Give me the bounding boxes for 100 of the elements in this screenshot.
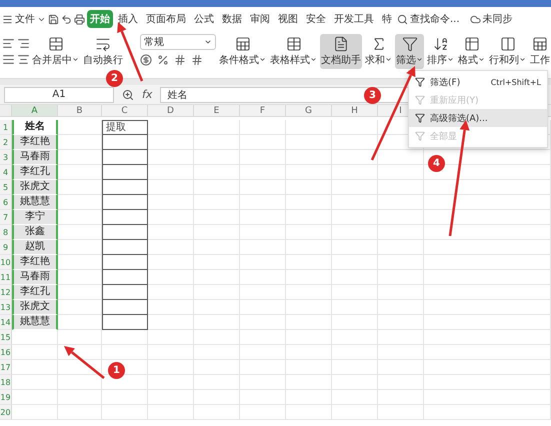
table-cell [148,165,194,180]
table-cell [286,150,332,165]
table-cell [58,405,102,420]
table-cell [102,180,148,195]
menu-tab[interactable]: 页面布局 [143,10,189,28]
table-cell [286,195,332,210]
table-cell [378,405,424,420]
table-cell [194,180,240,195]
table-cell [58,360,102,375]
table-cell [148,195,194,210]
column-header[interactable]: H [332,105,378,117]
name-box[interactable]: A1 [4,86,114,102]
cloud-icon[interactable] [470,14,481,24]
ribbon-button[interactable]: 表格样式 [269,34,318,69]
sync-status[interactable]: 未同步 [482,12,513,26]
table-cell [286,360,332,375]
table-cell [332,345,378,360]
printer-icon[interactable] [74,14,85,24]
step-number-badge: 2 [106,70,123,87]
ribbon-button[interactable]: 工作 [529,34,551,69]
menu-icon[interactable] [2,14,13,24]
step-number-badge: 4 [428,155,445,172]
table-cell [12,375,58,390]
row-number: 16 [0,345,12,360]
table-cell: 赵凯 [12,240,58,255]
zoom-icon[interactable] [122,88,134,100]
ribbon-button[interactable]: 合并居中 [31,34,80,69]
ribbon-button[interactable]: 筛选 [395,34,424,69]
table-cell [240,375,286,390]
table-cell [240,135,286,150]
table-cell [240,195,286,210]
table-cell [102,165,148,180]
menu-tab[interactable]: 公式 [191,10,217,28]
table-cell [286,285,332,300]
column-header[interactable]: D [148,105,194,117]
table-cell [58,300,102,315]
table-cell [378,225,424,240]
ribbon-button[interactable]: 排序 [426,34,455,69]
indent-icon[interactable] [17,37,30,50]
file-menu[interactable]: 文件 [15,12,35,26]
menu-item[interactable]: 高级筛选(A)... [409,109,547,127]
table-cell [194,120,240,135]
table-cell [332,375,378,390]
menu-tab[interactable]: 插入 [115,10,141,28]
save-icon[interactable] [48,14,59,24]
table-cell [102,300,148,315]
table-cell [240,165,286,180]
menu-tab[interactable]: 数据 [219,10,245,28]
table-cell [194,375,240,390]
menu-tab[interactable]: 开发工具 [331,10,377,28]
number-format-dropdown[interactable]: 常规 [140,34,216,50]
row-number: 4 [0,165,12,180]
column-header[interactable]: C [102,105,148,117]
column-header[interactable]: F [240,105,286,117]
table-cell [332,405,378,420]
table-cell [332,300,378,315]
table-cell: 姚慧慧 [12,195,58,210]
ribbon-button[interactable]: 条件格式 [218,34,267,69]
table-cell [240,405,286,420]
table-cell [332,330,378,345]
indent-icon[interactable] [2,37,15,50]
row-number: 6 [0,195,12,210]
ribbon-button[interactable]: 自动换行 [82,34,124,69]
ribbon-button[interactable]: 行和列 [488,34,527,69]
table-cell [332,390,378,405]
align-icon[interactable] [2,53,15,66]
ribbon-button[interactable]: 求和 [364,34,393,69]
column-header[interactable]: E [194,105,240,117]
align-icon[interactable] [17,53,30,66]
menu-tab[interactable]: 安全 [303,10,329,28]
table-cell [332,315,378,330]
menu-tab[interactable]: 视图 [275,10,301,28]
table-cell [148,150,194,165]
table-cell [332,150,378,165]
menu-tab[interactable]: 特 [379,10,395,28]
table-cell: 提取 [102,120,148,135]
row-number: 17 [0,360,12,375]
decimal-icon[interactable] [191,54,203,66]
percent-icon[interactable] [157,54,169,66]
ribbon-button[interactable]: 格式 [457,34,486,69]
undo-icon[interactable] [61,14,72,24]
table-cell [194,195,240,210]
table-cell [286,120,332,135]
table-cell [378,210,424,225]
fx-label[interactable]: fx [142,88,152,101]
table-cell [102,255,148,270]
currency-icon[interactable] [140,54,152,66]
caret-icon [72,56,79,63]
search-icon[interactable] [397,14,408,24]
column-header[interactable]: G [286,105,332,117]
table-cell: 姚慧慧 [12,315,58,330]
table-cell [286,375,332,390]
table-cell [102,135,148,150]
search-command[interactable]: 查找命令... [410,12,460,26]
menu-tab[interactable]: 审阅 [247,10,273,28]
ribbon-button[interactable]: 文档助手 [320,34,362,69]
table-cell [148,210,194,225]
thousands-icon[interactable] [174,54,186,66]
column-header[interactable]: B [58,105,102,117]
table-cell [12,360,58,375]
